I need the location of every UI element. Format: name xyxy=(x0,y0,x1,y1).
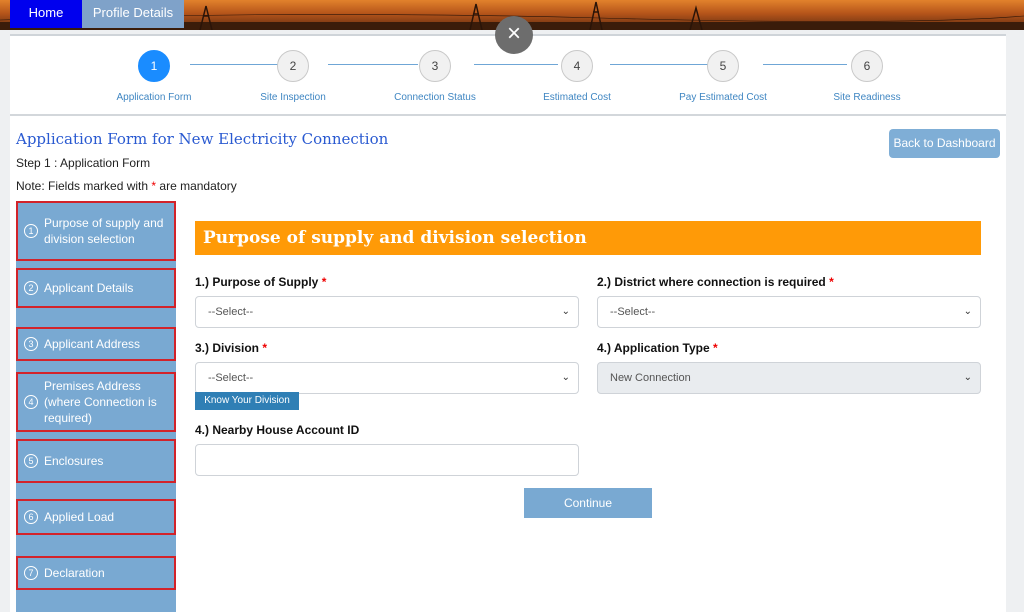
sidebar-item-label: Applicant Address xyxy=(44,337,141,351)
sidebar-item-label: Purpose of supply and division selection xyxy=(44,216,164,246)
sidebar-item-declaration[interactable]: 7 Declaration xyxy=(16,556,176,590)
required-star: * xyxy=(713,341,718,355)
circled-number-icon: 3 xyxy=(24,337,38,351)
circled-number-icon: 1 xyxy=(24,224,38,238)
sidebar-item-applied-load[interactable]: 6 Applied Load xyxy=(16,499,176,535)
step-label: Connection Status xyxy=(394,92,476,103)
sidebar-item-purpose[interactable]: 1 Purpose of supply and division selecti… xyxy=(16,201,176,261)
step-label: Site Inspection xyxy=(260,92,326,103)
chevron-down-icon: ⌄ xyxy=(561,306,570,317)
circled-number-icon: 4 xyxy=(24,395,38,409)
sidebar-item-premises-address[interactable]: 4 Premises Address (where Connection is … xyxy=(16,372,176,432)
field-label-text: 3.) Division xyxy=(195,341,263,355)
chevron-down-icon: ⌄ xyxy=(561,372,570,383)
page-title: Application Form for New Electricity Con… xyxy=(16,130,389,148)
note-prefix: Note: Fields marked with xyxy=(16,179,152,193)
application-type-select: New Connection ⌄ xyxy=(597,362,981,394)
close-button[interactable]: × xyxy=(495,16,533,54)
district-label: 2.) District where connection is require… xyxy=(597,275,834,289)
know-your-division-button[interactable]: Know Your Division xyxy=(195,392,299,410)
chevron-down-icon: ⌄ xyxy=(963,306,972,317)
step-2[interactable]: 2 Site Inspection xyxy=(223,50,363,103)
nav-profile-details[interactable]: Profile Details xyxy=(82,0,184,28)
main-panel: 1 Application Form 2 Site Inspection 3 C… xyxy=(10,34,1006,612)
step-label: Pay Estimated Cost xyxy=(679,92,767,103)
sidebar-item-applicant-address[interactable]: 3 Applicant Address xyxy=(16,327,176,361)
sidebar-item-label: Enclosures xyxy=(44,454,104,468)
required-star: * xyxy=(262,341,268,355)
sidebar-item-applicant-details[interactable]: 2 Applicant Details xyxy=(16,268,176,308)
division-select[interactable]: --Select-- ⌄ xyxy=(195,362,579,394)
continue-button[interactable]: Continue xyxy=(524,488,652,518)
required-star: * xyxy=(829,275,834,289)
chevron-down-icon: ⌄ xyxy=(963,372,972,383)
step-number: 4 xyxy=(561,50,593,82)
house-account-input[interactable] xyxy=(195,444,579,476)
step-4[interactable]: 4 Estimated Cost xyxy=(507,50,647,103)
step-number: 6 xyxy=(851,50,883,82)
step-label: Estimated Cost xyxy=(543,92,611,103)
circled-number-icon: 7 xyxy=(24,566,38,580)
step-6[interactable]: 6 Site Readiness xyxy=(797,50,937,103)
district-select[interactable]: --Select-- ⌄ xyxy=(597,296,981,328)
sidebar-item-label: Declaration xyxy=(44,566,105,580)
step-number: 2 xyxy=(277,50,309,82)
section-heading: Purpose of supply and division selection xyxy=(195,221,981,255)
step-number: 1 xyxy=(138,50,170,82)
sidebar-item-enclosures[interactable]: 5 Enclosures xyxy=(16,439,176,483)
field-label-text: 2.) District where connection is require… xyxy=(597,275,830,289)
sidebar-item-label: Applied Load xyxy=(44,510,115,524)
step-1[interactable]: 1 Application Form xyxy=(84,50,224,103)
close-icon: × xyxy=(506,20,521,47)
division-label: 3.) Division * xyxy=(195,341,267,355)
step-label: Site Readiness xyxy=(833,92,901,103)
sidebar-item-label: Premises Address (where Connection is re… xyxy=(44,379,157,425)
nav-home[interactable]: Home xyxy=(10,0,82,28)
circled-number-icon: 2 xyxy=(24,281,38,295)
select-value: New Connection xyxy=(610,372,691,384)
field-label-text: 1.) Purpose of Supply xyxy=(195,275,322,289)
step-number: 5 xyxy=(707,50,739,82)
step-3[interactable]: 3 Connection Status xyxy=(365,50,505,103)
purpose-of-supply-label: 1.) Purpose of Supply * xyxy=(195,275,326,289)
circled-number-icon: 5 xyxy=(24,454,38,468)
step-number: 3 xyxy=(419,50,451,82)
back-to-dashboard-button[interactable]: Back to Dashboard xyxy=(889,129,1000,158)
step-subtitle: Step 1 : Application Form xyxy=(16,156,151,170)
select-value: --Select-- xyxy=(208,306,254,318)
step-label: Application Form xyxy=(116,92,192,103)
mandatory-note: Note: Fields marked with * are mandatory xyxy=(16,179,237,193)
application-type-label: 4.) Application Type * xyxy=(597,341,718,355)
required-star: * xyxy=(321,275,327,289)
step-5[interactable]: 5 Pay Estimated Cost xyxy=(653,50,793,103)
field-label-text: 4.) Application Type xyxy=(597,341,714,355)
select-value: --Select-- xyxy=(610,306,656,318)
house-account-label: 4.) Nearby House Account ID xyxy=(195,423,360,437)
sidebar-item-label: Applicant Details xyxy=(44,281,134,295)
note-suffix: are mandatory xyxy=(156,179,237,193)
circled-number-icon: 6 xyxy=(24,510,38,524)
form-sections-menu: 1 Purpose of supply and division selecti… xyxy=(16,201,176,612)
purpose-of-supply-select[interactable]: --Select-- ⌄ xyxy=(195,296,579,328)
select-value: --Select-- xyxy=(208,372,254,384)
